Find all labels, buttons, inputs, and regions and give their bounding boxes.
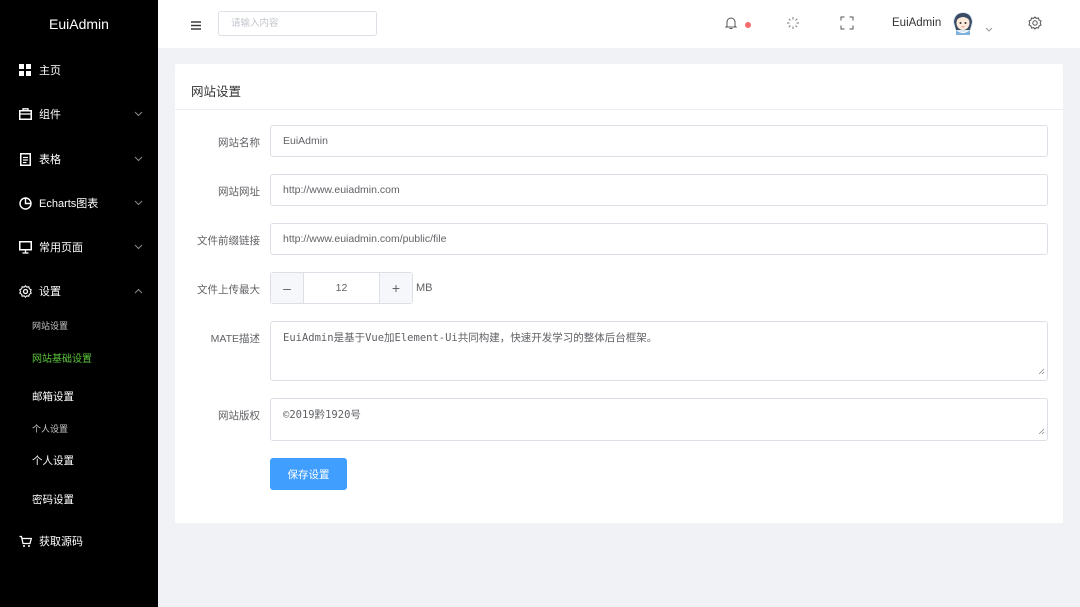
sidebar-item-label: 表格 [39,154,61,166]
save-button[interactable]: 保存设置 [270,458,347,490]
app-logo[interactable]: EuiAdmin [0,0,158,48]
meta-text: EuiAdmin是基于Vue加Element-Ui共同构建，快速开发学习的整体后… [283,332,658,344]
fullscreen-icon[interactable] [840,16,854,35]
copyright-label: 网站版权 [218,410,260,422]
sidebar-item-home[interactable]: 主页 [0,60,158,80]
bell-icon[interactable] [724,16,738,35]
sidebar-item-settings[interactable]: 设置 [0,281,158,301]
chevron-down-icon [134,241,143,253]
file-prefix-input[interactable]: http://www.euiadmin.com/public/file [270,223,1048,255]
copyright-textarea[interactable]: ©2019黔1920号 [270,398,1048,441]
meta-label: MATE描述 [210,333,260,345]
avatar[interactable] [951,11,975,37]
sidebar-item-echarts[interactable]: Echarts图表 [0,193,158,213]
sidebar-subitem-password-settings[interactable]: 密码设置 [32,492,74,507]
sidebar-item-components[interactable]: 组件 [0,104,158,124]
sidebar-item-label: Echarts图表 [39,198,99,210]
card-title: 网站设置 [191,85,242,99]
chevron-down-icon [134,153,143,165]
sidebar-item-label: 设置 [39,286,61,298]
sidebar-subitem-site-settings[interactable]: 网站设置 [32,319,68,332]
meta-textarea[interactable]: EuiAdmin是基于Vue加Element-Ui共同构建，快速开发学习的整体后… [270,321,1048,381]
sidebar-subitem-personal-settings[interactable]: 个人设置 [32,422,68,435]
cart-icon [18,534,32,548]
chevron-down-icon[interactable] [985,20,993,38]
top-header: EuiAdmin [158,0,1080,48]
briefcase-icon [18,107,32,121]
grid-icon [18,63,32,77]
chevron-up-icon [134,285,143,297]
sidebar-item-label: 组件 [39,109,61,121]
sidebar-item-label: 主页 [39,65,61,77]
site-name-label: 网站名称 [218,137,260,149]
sidebar-subitem-site-basic-settings[interactable]: 网站基础设置 [32,350,92,365]
copyright-text: ©2019黔1920号 [283,409,361,421]
hamburger-icon[interactable] [191,17,201,35]
settings-card: 网站设置 网站名称 EuiAdmin 网站网址 http://www.euiad… [175,64,1063,523]
site-name-input[interactable]: EuiAdmin [270,125,1048,157]
sidebar-item-common-pages[interactable]: 常用页面 [0,237,158,257]
resize-grip-icon[interactable] [1038,366,1045,378]
upload-max-stepper[interactable]: – 12 + [270,272,413,304]
upload-max-label: 文件上传最大 [197,284,260,296]
document-icon [18,152,32,166]
decrement-button[interactable]: – [271,273,304,303]
sidebar-item-label: 常用页面 [39,242,83,254]
increment-button[interactable]: + [379,273,412,303]
sidebar-item-label: 获取源码 [39,536,83,548]
sidebar-item-tables[interactable]: 表格 [0,149,158,169]
pie-chart-icon [18,196,32,210]
loading-icon[interactable] [786,16,800,35]
chevron-down-icon [134,108,143,120]
site-url-label: 网站网址 [218,186,260,198]
settings-gear-icon[interactable] [1028,16,1042,35]
upload-unit: MB [416,282,433,294]
notification-badge [745,22,751,28]
card-divider [175,109,1063,110]
search-input[interactable] [218,11,377,36]
resize-grip-icon[interactable] [1038,426,1045,438]
sidebar-subitem-personal-settings-2[interactable]: 个人设置 [32,453,74,468]
user-name[interactable]: EuiAdmin [892,17,941,29]
file-prefix-label: 文件前缀链接 [197,235,260,247]
sidebar: EuiAdmin 主页 组件 表格 Echarts图表 常用页面 设置 网站设置… [0,0,158,607]
stepper-value[interactable]: 12 [304,273,379,303]
chevron-down-icon [134,197,143,209]
sidebar-item-get-source[interactable]: 获取源码 [0,531,158,551]
monitor-icon [18,240,32,254]
site-url-input[interactable]: http://www.euiadmin.com [270,174,1048,206]
gear-icon [18,284,32,298]
sidebar-subitem-mail-settings[interactable]: 邮箱设置 [32,389,74,404]
